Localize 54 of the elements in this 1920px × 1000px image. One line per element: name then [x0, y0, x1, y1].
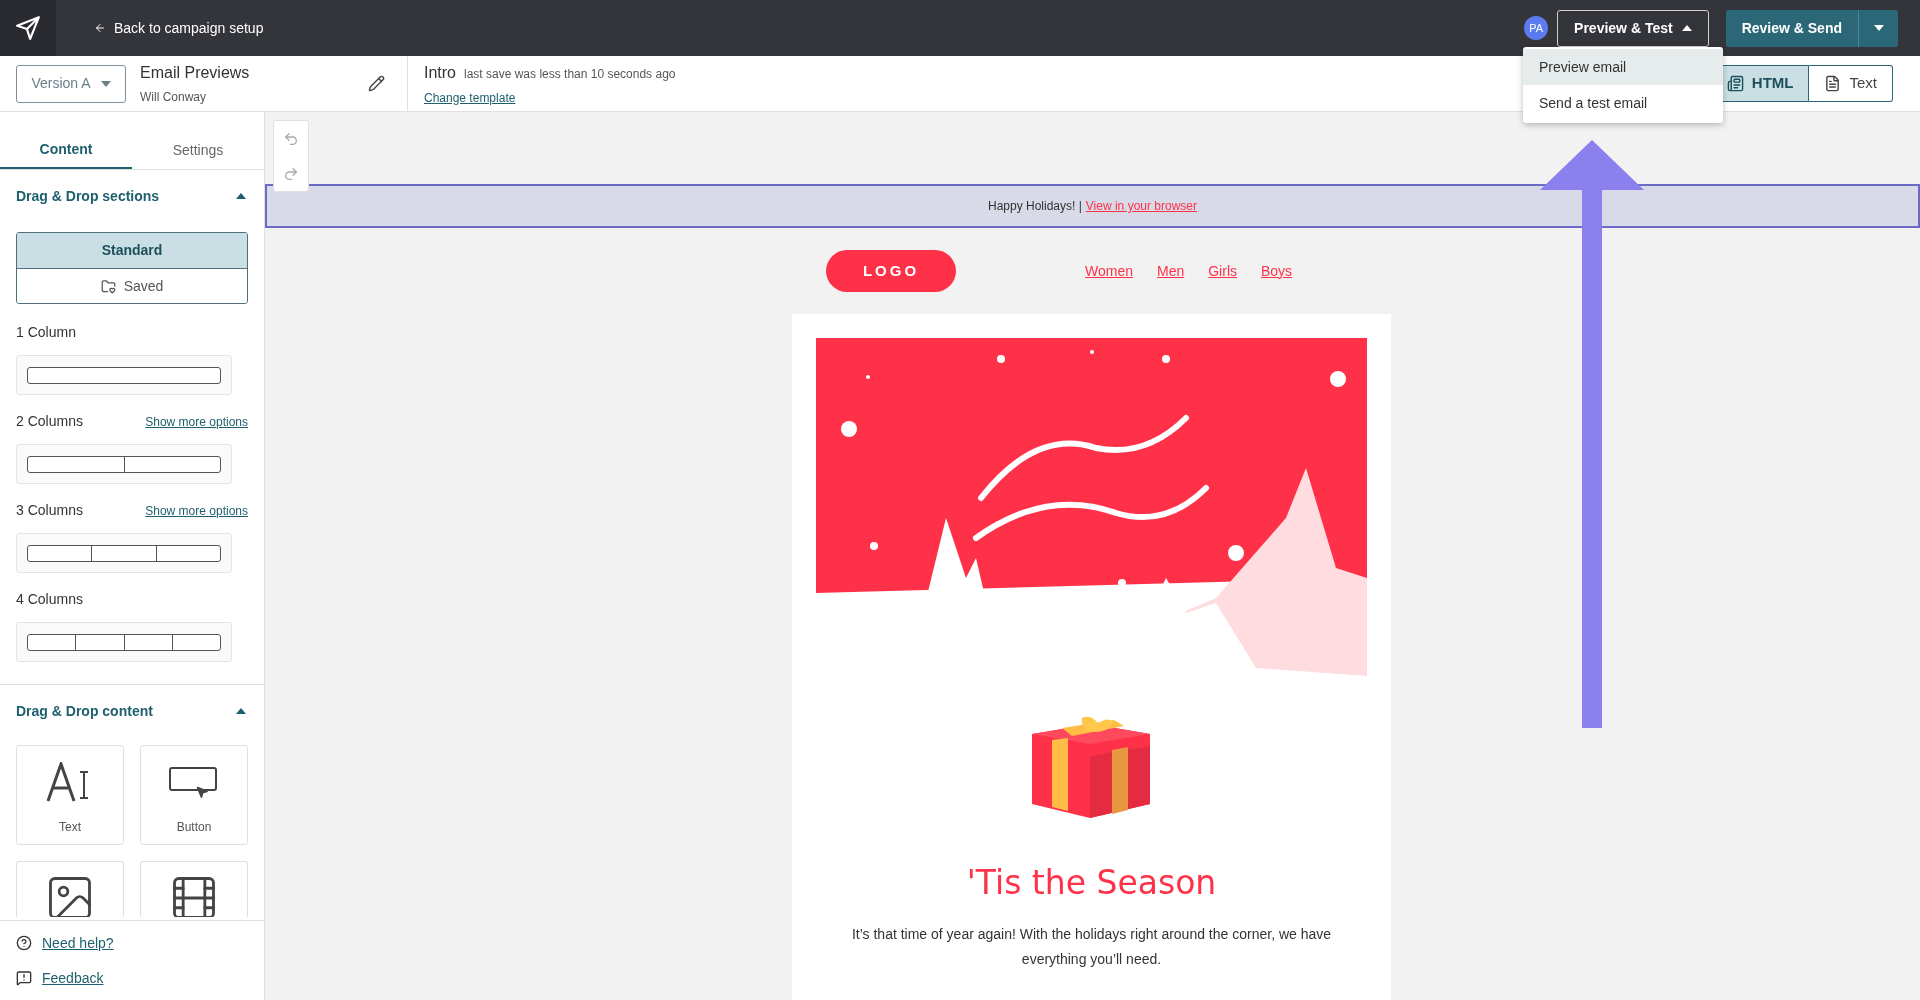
email-heading: 'Tis the Season	[966, 862, 1217, 904]
sidebar-tab[interactable]: Settings	[132, 132, 264, 169]
folder-heart-icon	[100, 278, 116, 294]
sidebar-tab[interactable]: Content	[0, 132, 132, 169]
layout-tile[interactable]	[16, 622, 232, 662]
version-dropdown[interactable]: Version A	[16, 64, 126, 103]
send-options-button[interactable]	[1858, 9, 1898, 47]
content-block-tile[interactable]	[16, 861, 124, 917]
layout-tile[interactable]	[16, 533, 232, 573]
menu-item[interactable]: Send a test email	[1523, 85, 1723, 121]
panel-heading: Drag & Drop content	[16, 701, 153, 721]
library-tab[interactable]: Saved	[17, 268, 247, 303]
feedback-icon	[16, 970, 32, 986]
email-name: Email Previews	[140, 63, 250, 83]
newspaper-icon	[1726, 75, 1744, 92]
preheader-bar[interactable]: Happy Holidays! | View in your browser	[265, 184, 1920, 228]
help-link[interactable]: Need help?	[16, 932, 248, 954]
feedback-link[interactable]: Feedback	[16, 967, 248, 989]
arrow-left-icon	[94, 22, 106, 34]
caret-icon	[1873, 25, 1884, 31]
section-name: Intro	[424, 62, 456, 83]
caret-icon	[1681, 25, 1692, 31]
library-tab[interactable]: Standard	[17, 233, 247, 268]
preview-test-button[interactable]: Preview & Test	[1557, 9, 1709, 47]
document-icon	[1824, 75, 1842, 92]
help-icon	[16, 935, 32, 951]
button-cursor-icon	[169, 767, 219, 797]
panel-heading: Drag & Drop sections	[16, 186, 160, 206]
layout-tile[interactable]	[16, 444, 232, 484]
user-avatar[interactable]: PA	[1524, 16, 1549, 40]
layout-label: 3 Columns	[16, 501, 83, 520]
tile-label: Text	[59, 819, 81, 836]
menu-item[interactable]: Preview email	[1523, 49, 1723, 85]
layout-label: 4 Columns	[16, 590, 83, 609]
preheader-text: Happy Holidays! |	[988, 198, 1082, 215]
email-body-text: It’s that time of year again! With the holidays right around the corner, we have everything you’ll need.	[850, 924, 1333, 969]
show-more-link[interactable]: Show more options	[145, 412, 248, 431]
logo-pill: LOGO	[826, 250, 956, 292]
caret-icon	[100, 80, 111, 87]
edit-pencil-icon[interactable]	[368, 75, 385, 92]
content-block-tile[interactable]: Text	[16, 745, 124, 845]
show-more-link[interactable]: Show more options	[145, 501, 248, 520]
save-status: last save was less than 10 seconds ago	[464, 65, 676, 83]
layout-tile[interactable]	[16, 355, 232, 395]
change-template-link[interactable]: Change template	[424, 88, 676, 107]
layout-label: 1 Column	[16, 323, 76, 342]
back-link[interactable]: Back to campaign setup	[94, 17, 264, 39]
paper-plane-logo-icon[interactable]	[15, 15, 41, 41]
owner-name: Will Conway	[140, 89, 207, 106]
content-block-tile[interactable]	[140, 861, 248, 917]
tile-label: Button	[176, 819, 212, 836]
layout-label: 2 Columns	[16, 412, 83, 431]
content-block-tile[interactable]: Button	[140, 745, 248, 845]
view-mode-tab[interactable]: Text	[1809, 65, 1893, 102]
